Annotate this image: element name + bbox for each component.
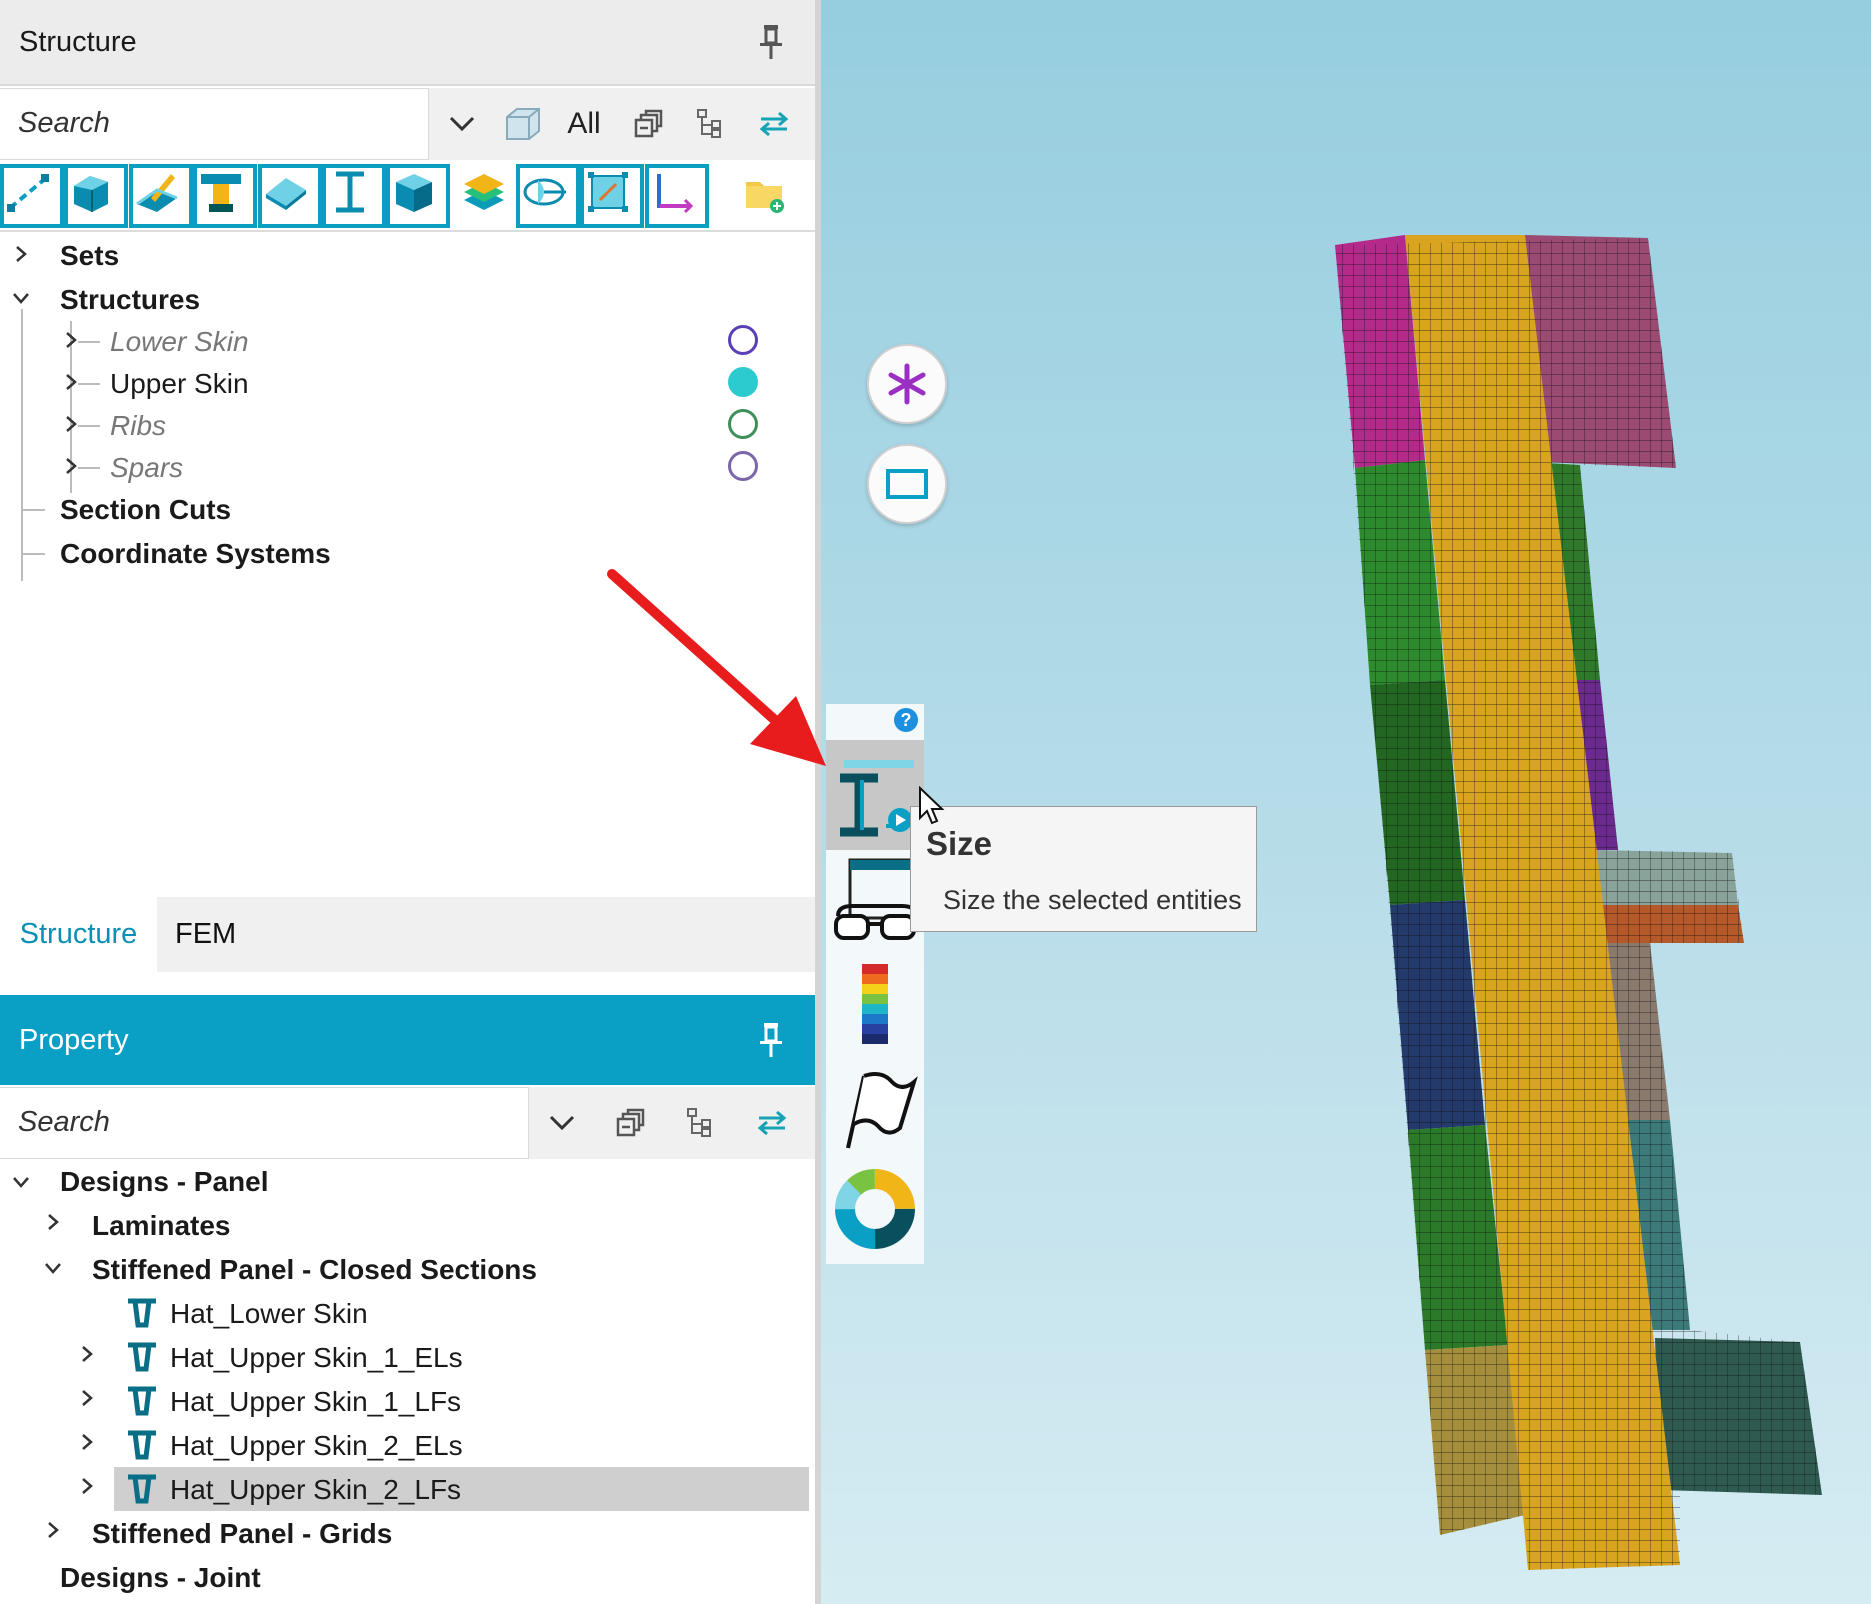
tree-item-hat[interactable]: Hat_Upper Skin_2_ELs [170, 1425, 463, 1467]
collapse-all-icon[interactable] [608, 1101, 652, 1145]
all-button[interactable]: All [560, 102, 608, 146]
rectangle-select-icon [886, 469, 928, 499]
visibility-toggle[interactable] [728, 367, 758, 397]
chevron-down-icon[interactable] [440, 102, 484, 146]
tree-item-structures[interactable]: Structures [60, 279, 200, 321]
chevron-right-icon[interactable] [62, 373, 80, 391]
zone-filter-icon[interactable] [580, 164, 644, 228]
rectangle-select-button[interactable] [867, 444, 947, 524]
tree-hierarchy-icon[interactable] [688, 102, 732, 146]
tree-hierarchy-icon[interactable] [678, 1101, 722, 1145]
tree-item-stiffened-closed[interactable]: Stiffened Panel - Closed Sections [92, 1249, 537, 1291]
tree-item-hat-selected[interactable]: Hat_Upper Skin_2_LFs [170, 1469, 461, 1511]
mouse-cursor-icon [919, 786, 945, 825]
chevron-right-icon[interactable] [78, 1345, 96, 1363]
left-panel: Structure Search All Sets Structures Low… [0, 0, 815, 1604]
fem-mesh-model[interactable] [821, 0, 1871, 1604]
chevron-right-icon[interactable] [78, 1433, 96, 1451]
tree-item-hat[interactable]: Hat_Upper Skin_1_LFs [170, 1381, 461, 1423]
structure-search-input[interactable]: Search [0, 88, 429, 160]
tree-item-section-cuts[interactable]: Section Cuts [60, 489, 231, 531]
visibility-toggle[interactable] [728, 409, 758, 439]
pin-icon[interactable] [757, 1020, 785, 1060]
tree-item-ribs[interactable]: Ribs [110, 405, 166, 447]
review-glasses-icon[interactable] [832, 854, 918, 944]
tree-item-upper-skin[interactable]: Upper Skin [110, 363, 249, 405]
tree-item-designs-panel[interactable]: Designs - Panel [60, 1161, 269, 1203]
property-search-input[interactable]: Search [0, 1087, 529, 1159]
structure-search-row: Search All [0, 88, 815, 160]
layers-icon[interactable] [460, 170, 508, 218]
3d-viewport[interactable] [821, 0, 1871, 1604]
visibility-toggle[interactable] [728, 325, 758, 355]
tree-item-laminates[interactable]: Laminates [92, 1205, 231, 1247]
hat-section-icon [128, 1298, 156, 1328]
new-folder-icon[interactable] [744, 174, 786, 214]
tree-item-stiffened-grids[interactable]: Stiffened Panel - Grids [92, 1513, 392, 1555]
chevron-right-icon[interactable] [78, 1389, 96, 1407]
coordinate-system-filter-icon[interactable] [645, 164, 709, 228]
property-panel-title: Property [19, 1023, 129, 1056]
tree-item-coordinate-systems[interactable]: Coordinate Systems [60, 533, 331, 575]
asterisk-button[interactable] [867, 344, 947, 424]
collapse-all-icon[interactable] [626, 102, 670, 146]
workflow-toolbar: ? [826, 704, 924, 1264]
chevron-right-icon[interactable] [78, 1477, 96, 1495]
size-tooltip: Size Size the selected entities [910, 806, 1257, 932]
panel-tabs: Structure FEM [0, 897, 815, 972]
asterisk-icon [888, 363, 926, 405]
tree-item-hat[interactable]: Hat_Lower Skin [170, 1293, 368, 1335]
tooltip-description: Size the selected entities [943, 885, 1242, 915]
tree-item-designs-joint[interactable]: Designs - Joint [60, 1557, 261, 1599]
pin-icon[interactable] [757, 22, 785, 62]
chevron-right-icon[interactable] [12, 245, 30, 263]
tree-item-sets[interactable]: Sets [60, 235, 119, 277]
color-wheel-icon[interactable] [832, 1166, 918, 1252]
help-icon[interactable]: ? [894, 708, 918, 732]
entity-filter-toolbar [0, 162, 815, 232]
tree-item-hat[interactable]: Hat_Upper Skin_1_ELs [170, 1337, 463, 1379]
structure-panel-header: Structure [0, 0, 815, 86]
chevron-down-icon[interactable] [12, 289, 30, 307]
structure-panel-title: Structure [19, 25, 137, 58]
beam-filter-icon[interactable] [322, 164, 386, 228]
tree-item-lower-skin[interactable]: Lower Skin [110, 321, 249, 363]
chevron-right-icon[interactable] [44, 1213, 62, 1231]
tab-fem[interactable]: FEM [175, 897, 236, 972]
solid-filter-icon[interactable] [64, 164, 128, 228]
chevron-down-icon[interactable] [540, 1101, 584, 1145]
flag-icon[interactable] [838, 1068, 918, 1152]
property-search-row: Search [0, 1087, 815, 1159]
volume-filter-icon[interactable] [386, 164, 450, 228]
chevron-down-icon[interactable] [12, 1173, 30, 1191]
chevron-right-icon[interactable] [62, 457, 80, 475]
tree-item-spars[interactable]: Spars [110, 447, 183, 489]
property-panel-header: Property [0, 995, 815, 1085]
sync-arrows-icon[interactable] [750, 1101, 794, 1145]
visibility-toggle[interactable] [728, 451, 758, 481]
tab-structure[interactable]: Structure [0, 897, 157, 972]
hat-section-icon [128, 1430, 156, 1460]
cube-filter-icon[interactable] [500, 102, 544, 146]
hat-section-icon [128, 1342, 156, 1372]
edge-filter-icon[interactable] [0, 164, 64, 228]
hat-section-icon [128, 1474, 156, 1504]
annotation-arrow-icon [607, 569, 826, 766]
color-scale-icon[interactable] [858, 962, 892, 1046]
plate-filter-icon[interactable] [258, 164, 322, 228]
hat-section-icon [128, 1386, 156, 1416]
chevron-right-icon[interactable] [62, 415, 80, 433]
chevron-down-icon[interactable] [44, 1259, 62, 1277]
section-cut-filter-icon[interactable] [516, 164, 580, 228]
chevron-right-icon[interactable] [62, 331, 80, 349]
shell-filter-icon[interactable] [129, 164, 193, 228]
chevron-right-icon[interactable] [44, 1521, 62, 1539]
sync-arrows-icon[interactable] [752, 102, 796, 146]
tooltip-title: Size [926, 825, 993, 862]
joint-filter-icon[interactable] [193, 164, 257, 228]
